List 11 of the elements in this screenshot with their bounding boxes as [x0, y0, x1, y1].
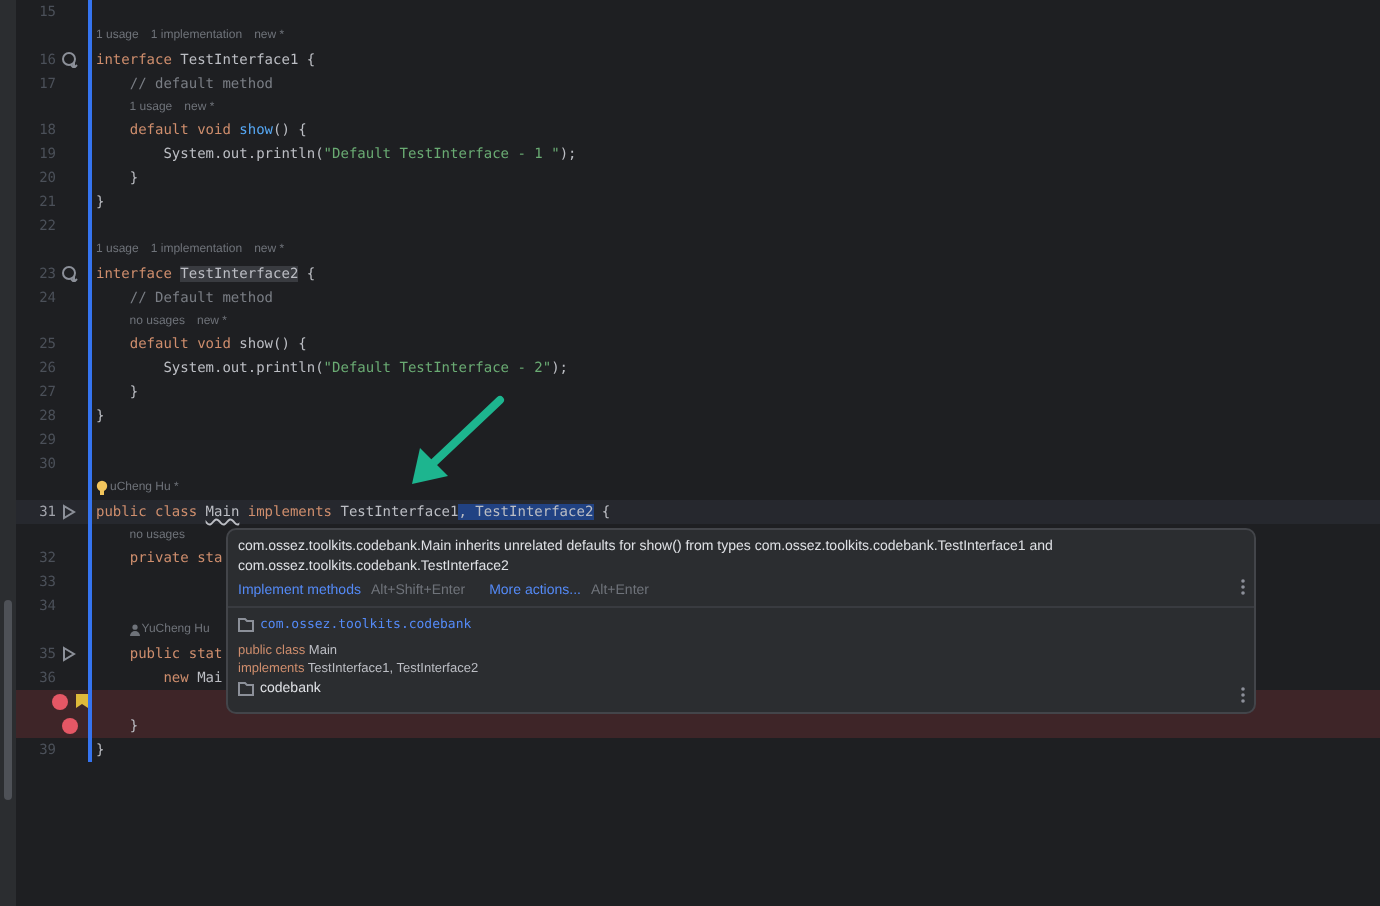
lightbulb-icon[interactable] [96, 479, 108, 496]
scrollbar[interactable] [0, 0, 16, 906]
run-icon[interactable] [62, 503, 76, 520]
run-icon[interactable] [62, 645, 76, 662]
bookmark-icon[interactable] [76, 694, 88, 709]
implemented-icon[interactable] [62, 265, 80, 282]
more-options-icon[interactable] [1240, 578, 1246, 596]
module-icon [238, 682, 254, 696]
implemented-icon[interactable] [62, 51, 80, 68]
more-options-icon[interactable] [1240, 686, 1246, 704]
package-icon [238, 617, 254, 631]
